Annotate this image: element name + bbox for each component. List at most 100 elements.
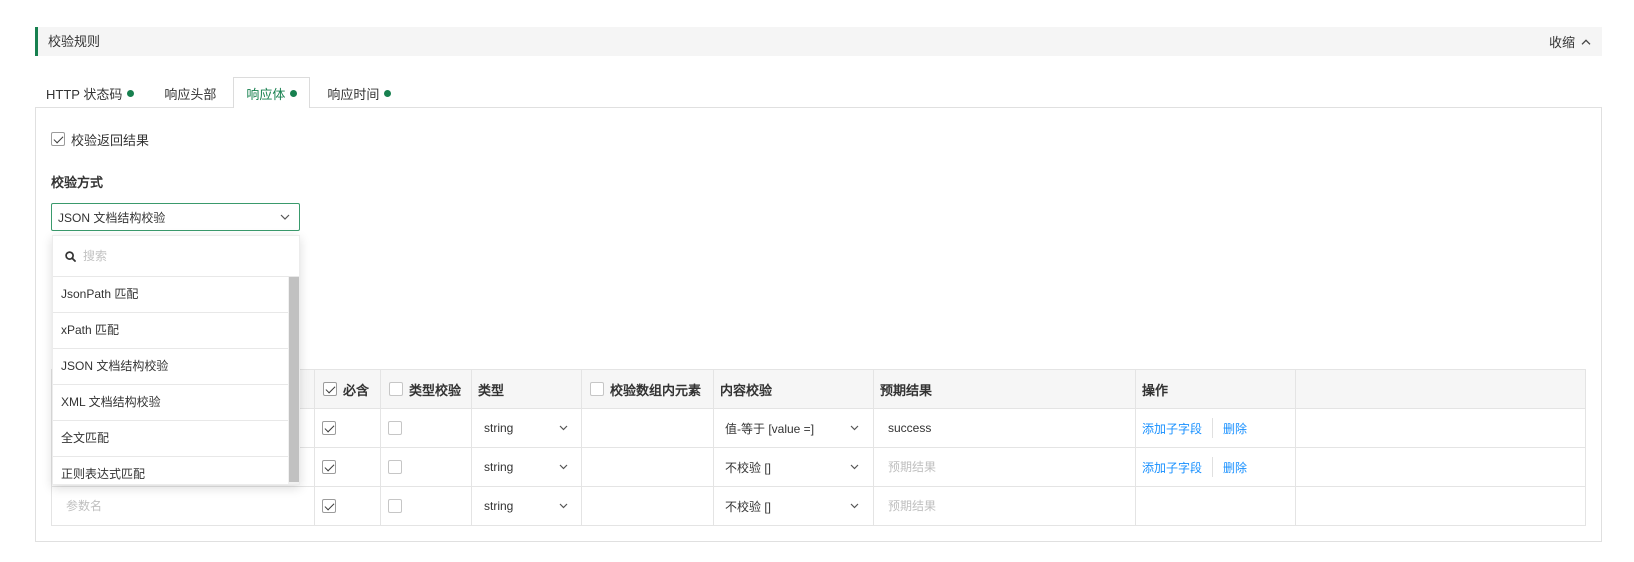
- type-check-cell: [380, 447, 472, 487]
- extra-cell: [1295, 486, 1586, 526]
- option-xpath-match[interactable]: xPath 匹配: [53, 313, 288, 349]
- array-elements-cell: [581, 447, 714, 487]
- required-cell: [314, 447, 381, 487]
- type-check-checkbox[interactable]: [388, 421, 402, 435]
- content-check-value: 值-等于 [value =]: [725, 421, 815, 436]
- check-response-label: 校验返回结果: [71, 132, 150, 148]
- col-header-array-elements: 校验数组内元素: [581, 369, 714, 409]
- table-row: string 不校验 []: [51, 486, 1586, 526]
- expected-cell: [873, 447, 1136, 487]
- type-check-checkbox[interactable]: [388, 499, 402, 513]
- expected-cell: [873, 486, 1136, 526]
- content-check-select[interactable]: 不校验 []: [715, 449, 873, 486]
- col-header-required: 必含: [314, 369, 381, 409]
- status-dot-icon: [127, 89, 135, 97]
- option-full-text-match[interactable]: 全文匹配: [53, 421, 288, 457]
- option-jsonpath-match[interactable]: JsonPath 匹配: [53, 277, 288, 313]
- content-check-value: 不校验 []: [725, 499, 772, 514]
- option-json-schema[interactable]: JSON 文档结构校验: [53, 349, 288, 385]
- type-check-cell: [380, 408, 472, 448]
- expected-result-input[interactable]: [874, 449, 1135, 485]
- tab-label: 响应时间: [327, 86, 380, 102]
- collapse-button[interactable]: 收缩: [1549, 27, 1591, 56]
- actions-cell: 添加子字段 删除: [1135, 408, 1296, 448]
- chevron-down-icon: [559, 464, 568, 470]
- actions-cell: [1135, 486, 1296, 526]
- required-checkbox[interactable]: [322, 460, 336, 474]
- dropdown-option-list: JsonPath 匹配 xPath 匹配 JSON 文档结构校验 XML 文档结…: [53, 277, 299, 484]
- section-title: 校验规则: [48, 34, 101, 49]
- required-cell: [314, 408, 381, 448]
- extra-cell: [1295, 447, 1586, 487]
- type-check-all-checkbox[interactable]: [389, 382, 403, 396]
- dropdown-scrollbar[interactable]: [288, 277, 299, 484]
- type-cell: string: [471, 486, 582, 526]
- tab-response-time[interactable]: 响应时间: [314, 77, 404, 108]
- param-name-input[interactable]: [52, 488, 314, 524]
- action-divider: [1212, 457, 1214, 477]
- expected-result-input[interactable]: [874, 488, 1135, 524]
- status-dot-icon: [290, 89, 298, 97]
- type-cell: string: [471, 447, 582, 487]
- dropdown-search: [53, 236, 299, 277]
- tab-http-status[interactable]: HTTP 状态码: [33, 77, 147, 108]
- type-select[interactable]: string: [473, 410, 581, 447]
- chevron-down-icon: [280, 214, 290, 220]
- content-check-value: 不校验 []: [725, 460, 772, 475]
- validation-method-label: 校验方式: [51, 175, 104, 190]
- expected-cell: [873, 408, 1136, 448]
- tab-label: HTTP 状态码: [46, 86, 123, 102]
- dropdown-search-input[interactable]: [83, 249, 263, 263]
- tab-label: 响应头部: [164, 86, 217, 102]
- type-value: string: [484, 421, 514, 435]
- check-response-checkbox[interactable]: [51, 132, 65, 146]
- add-child-field-link[interactable]: 添加子字段: [1142, 420, 1202, 437]
- tab-label: 响应体: [246, 86, 286, 102]
- tab-response-headers[interactable]: 响应头部: [151, 77, 229, 108]
- required-all-checkbox[interactable]: [323, 382, 337, 396]
- chevron-down-icon: [850, 503, 859, 509]
- type-select[interactable]: string: [473, 449, 581, 486]
- col-header-extra: [1295, 369, 1586, 409]
- validation-method-select[interactable]: JSON 文档结构校验: [51, 203, 300, 231]
- actions-cell: 添加子字段 删除: [1135, 447, 1296, 487]
- delete-link[interactable]: 删除: [1223, 420, 1247, 437]
- tab-response-body[interactable]: 响应体: [233, 77, 311, 108]
- chevron-up-icon: [1581, 38, 1591, 45]
- collapse-label: 收缩: [1548, 35, 1575, 50]
- type-check-checkbox[interactable]: [388, 460, 402, 474]
- param-name-cell: [51, 486, 315, 526]
- chevron-down-icon: [559, 425, 568, 431]
- chevron-down-icon: [850, 464, 859, 470]
- col-header-type: 类型: [471, 369, 582, 409]
- col-header-expected: 预期结果: [873, 369, 1136, 409]
- action-divider: [1212, 418, 1214, 438]
- col-header-required-label: 必含: [343, 382, 370, 398]
- required-checkbox[interactable]: [322, 499, 336, 513]
- add-child-field-link[interactable]: 添加子字段: [1142, 459, 1202, 476]
- content-check-select[interactable]: 值-等于 [value =]: [715, 410, 873, 447]
- scrollbar-thumb[interactable]: [289, 277, 299, 482]
- chevron-down-icon: [559, 503, 568, 509]
- content-check-select[interactable]: 不校验 []: [715, 488, 873, 525]
- delete-link[interactable]: 删除: [1223, 459, 1247, 476]
- validation-method-value: JSON 文档结构校验: [58, 210, 166, 225]
- assertion-tabs: HTTP 状态码 响应头部 响应体 响应时间: [33, 77, 408, 108]
- col-header-actions: 操作: [1135, 369, 1296, 409]
- check-response-option[interactable]: 校验返回结果: [51, 132, 150, 148]
- required-checkbox[interactable]: [322, 421, 336, 435]
- search-icon: [65, 250, 76, 262]
- content-check-cell: 值-等于 [value =]: [713, 408, 874, 448]
- type-cell: string: [471, 408, 582, 448]
- col-header-type-check: 类型校验: [380, 369, 472, 409]
- expected-result-input[interactable]: [874, 410, 1135, 446]
- type-value: string: [484, 460, 514, 474]
- array-elements-all-checkbox[interactable]: [590, 382, 604, 396]
- option-regex-match[interactable]: 正则表达式匹配: [53, 457, 288, 484]
- type-select[interactable]: string: [473, 488, 581, 525]
- status-dot-icon: [384, 89, 392, 97]
- type-check-cell: [380, 486, 472, 526]
- validation-method-dropdown: JsonPath 匹配 xPath 匹配 JSON 文档结构校验 XML 文档结…: [52, 235, 300, 485]
- option-xml-schema[interactable]: XML 文档结构校验: [53, 385, 288, 421]
- chevron-down-icon: [850, 425, 859, 431]
